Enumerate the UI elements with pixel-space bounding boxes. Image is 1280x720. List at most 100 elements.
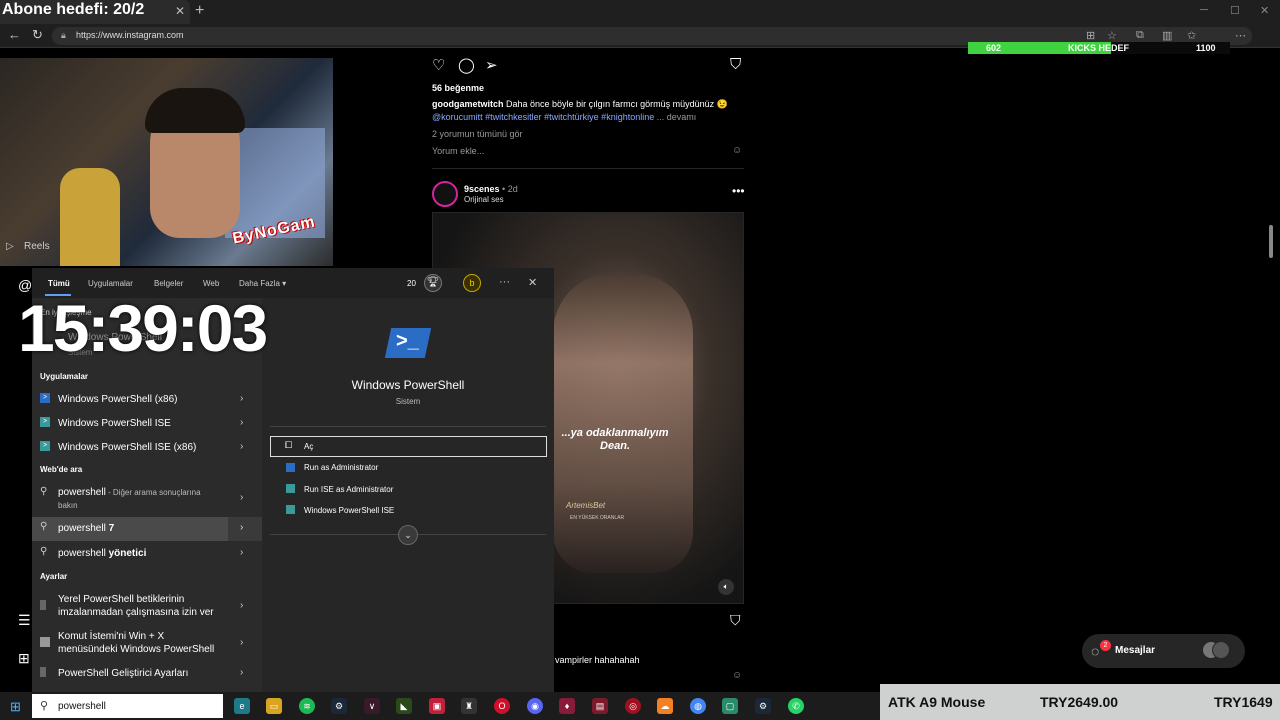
favorites-icon[interactable]: ✩ — [1187, 29, 1196, 42]
more-menu-icon[interactable]: ☰ — [18, 612, 31, 629]
powershell-prompt-icon: >_ — [396, 330, 419, 352]
action-open-label[interactable]: Aç — [304, 442, 313, 451]
result-powershell-ise-x86[interactable]: > Windows PowerShell ISE (x86) › — [32, 436, 262, 460]
result-label: Windows PowerShell ISE (x86) — [58, 442, 197, 453]
sidebar-item-reels[interactable]: Reels — [24, 241, 50, 252]
like-heart-icon[interactable]: ♡ — [432, 56, 445, 74]
refresh-icon[interactable]: ↻ — [32, 27, 43, 43]
tab-apps[interactable]: Uygulamalar — [88, 279, 133, 288]
apps-icon[interactable]: ⊞ — [1086, 29, 1095, 42]
extensions-icon[interactable]: ⧉ — [1136, 29, 1144, 42]
share-icon[interactable]: ➢ — [485, 56, 498, 74]
tab-close-icon[interactable]: ✕ — [175, 4, 185, 18]
app-icon[interactable]: ♦ — [559, 698, 575, 714]
hashtag-links[interactable]: @korucumitt #twitchkesitler #twitchtürki… — [432, 112, 654, 122]
chevron-right-icon[interactable]: › — [240, 547, 243, 558]
view-comments-link[interactable]: 2 yorumun tümünü gör — [432, 129, 523, 139]
run-ise-admin-icon — [286, 484, 295, 493]
post-caption: goodgametwitch Daha önce böyle bir çılgı… — [432, 99, 752, 110]
reels-icon[interactable]: ▷ — [6, 241, 14, 252]
chevron-right-icon[interactable]: › — [240, 600, 243, 611]
app-icon[interactable]: ♜ — [461, 698, 477, 714]
post-options-icon[interactable]: ••• — [732, 184, 745, 198]
post-author-avatar[interactable] — [432, 181, 458, 207]
chevron-down-icon[interactable]: ⌄ — [398, 525, 418, 545]
chevron-right-icon[interactable]: › — [240, 393, 243, 404]
setting-win-x-menu[interactable]: Komut İstemi'ni Win + X menüsündeki Windo… — [32, 627, 262, 659]
chevron-right-icon[interactable]: › — [240, 417, 243, 428]
result-powershell-ise[interactable]: > Windows PowerShell ISE › — [32, 412, 262, 436]
windows-start-icon[interactable]: ⊞ — [10, 699, 21, 715]
bookmark-icon[interactable]: ⛉ — [730, 56, 741, 73]
steam-icon[interactable]: ⚙︎ — [331, 698, 347, 714]
action-powershell-ise[interactable]: Windows PowerShell ISE — [304, 506, 394, 515]
app-icon[interactable]: ▢ — [722, 698, 738, 714]
chrome-icon[interactable]: ◍ — [690, 698, 706, 714]
close-icon[interactable]: ✕ — [528, 276, 537, 289]
post-hashtags: @korucumitt #twitchkesitler #twitchtürki… — [432, 112, 696, 122]
result-powershell-x86[interactable]: > Windows PowerShell (x86) › — [32, 388, 262, 412]
likes-count[interactable]: 56 beğenme — [432, 83, 484, 93]
tab-all[interactable]: Tümü — [48, 279, 70, 288]
minimize-icon[interactable]: ─ — [1200, 4, 1208, 16]
bookmark-icon-post2[interactable]: ⛉ — [730, 612, 741, 629]
discord-icon[interactable]: ◉ — [527, 698, 543, 714]
favorite-star-icon[interactable]: ☆ — [1107, 29, 1117, 42]
post-time: • 2d — [502, 184, 518, 194]
browser-tab[interactable]: Abone hedefi: 20/2 ✕ — [0, 0, 190, 24]
comment-icon[interactable]: ◯ — [458, 56, 475, 74]
web-result-powershell-7[interactable]: ⚲ powershell 7 — [32, 517, 228, 541]
action-run-admin[interactable]: Run as Administrator — [304, 463, 378, 472]
chevron-right-icon[interactable]: › — [240, 492, 243, 503]
cloudflare-icon[interactable]: ☁︎ — [657, 698, 673, 714]
action-run-ise-admin[interactable]: Run ISE as Administrator — [304, 485, 393, 494]
tab-more[interactable]: Daha Fazla ▾ — [239, 279, 286, 288]
web-result-powershell[interactable]: ⚲ powershell - Diğer arama sonuçlarına ba… — [32, 482, 262, 514]
whatsapp-icon[interactable]: ✆ — [788, 698, 804, 714]
setting-local-scripts[interactable]: Yerel PowerShell betiklerinin imzalanmada… — [32, 590, 262, 622]
nvidia-icon[interactable]: ◣ — [396, 698, 412, 714]
video-subtitle: ...ya odaklanmalıyım Dean. — [561, 427, 669, 452]
file-explorer-icon[interactable]: ▭ — [266, 698, 282, 714]
tab-documents[interactable]: Belgeler — [154, 279, 183, 288]
chevron-right-icon[interactable]: › — [240, 667, 243, 678]
spotify-icon[interactable]: ≋ — [299, 698, 315, 714]
more-options-icon[interactable]: ··· — [499, 276, 510, 288]
post-audio[interactable]: Orijinal ses — [464, 195, 504, 204]
rewards-trophy-icon[interactable]: 🏆︎ — [424, 274, 442, 292]
scrollbar-thumb[interactable] — [1269, 225, 1273, 258]
section-settings: Ayarlar — [40, 572, 68, 581]
emoji-icon-post2[interactable]: ☺ — [732, 670, 742, 681]
app-icon[interactable]: ▤ — [592, 698, 608, 714]
post-author-name[interactable]: 9scenes — [464, 184, 500, 194]
maximize-icon[interactable]: ☐ — [1230, 4, 1240, 17]
emoji-icon[interactable]: ☺ — [732, 145, 742, 156]
app-icon[interactable]: ◎ — [625, 698, 641, 714]
post-author[interactable]: 9scenes • 2d — [464, 184, 518, 194]
back-icon[interactable]: ← — [8, 27, 21, 42]
chevron-right-icon[interactable]: › — [240, 637, 243, 648]
edge-icon[interactable]: e — [234, 698, 250, 714]
mute-icon[interactable]: 🔈︎ — [718, 579, 734, 595]
comment-input[interactable]: Yorum ekle... — [432, 146, 484, 156]
page-scrollbar[interactable] — [1266, 52, 1274, 682]
app-icon[interactable]: ∨ — [364, 698, 380, 714]
setting-developer[interactable]: PowerShell Geliştirici Ayarları › — [32, 662, 262, 686]
bing-icon[interactable]: b — [463, 274, 481, 292]
result-expand-button[interactable]: › — [228, 517, 262, 541]
also-from-meta-icon[interactable]: ⊞ — [18, 650, 30, 667]
close-window-icon[interactable]: ✕ — [1260, 4, 1269, 17]
split-screen-icon[interactable]: ▥ — [1162, 29, 1172, 42]
opera-icon[interactable]: O — [494, 698, 510, 714]
menu-dots-icon[interactable]: ⋯ — [1235, 29, 1246, 42]
result-label: Windows PowerShell (x86) — [58, 394, 178, 405]
tab-web[interactable]: Web — [203, 279, 219, 288]
caption-more-link[interactable]: ... devamı — [657, 112, 697, 122]
app-icon[interactable]: ▣ — [429, 698, 445, 714]
messages-label: Mesajlar — [1115, 645, 1156, 656]
new-tab-button[interactable]: + — [195, 2, 204, 20]
caption-username[interactable]: goodgametwitch — [432, 99, 504, 109]
steam-icon[interactable]: ⚙︎ — [755, 698, 771, 714]
chevron-right-icon[interactable]: › — [240, 441, 243, 452]
web-result-powershell-yonetici[interactable]: ⚲ powershell yönetici › — [32, 542, 262, 566]
